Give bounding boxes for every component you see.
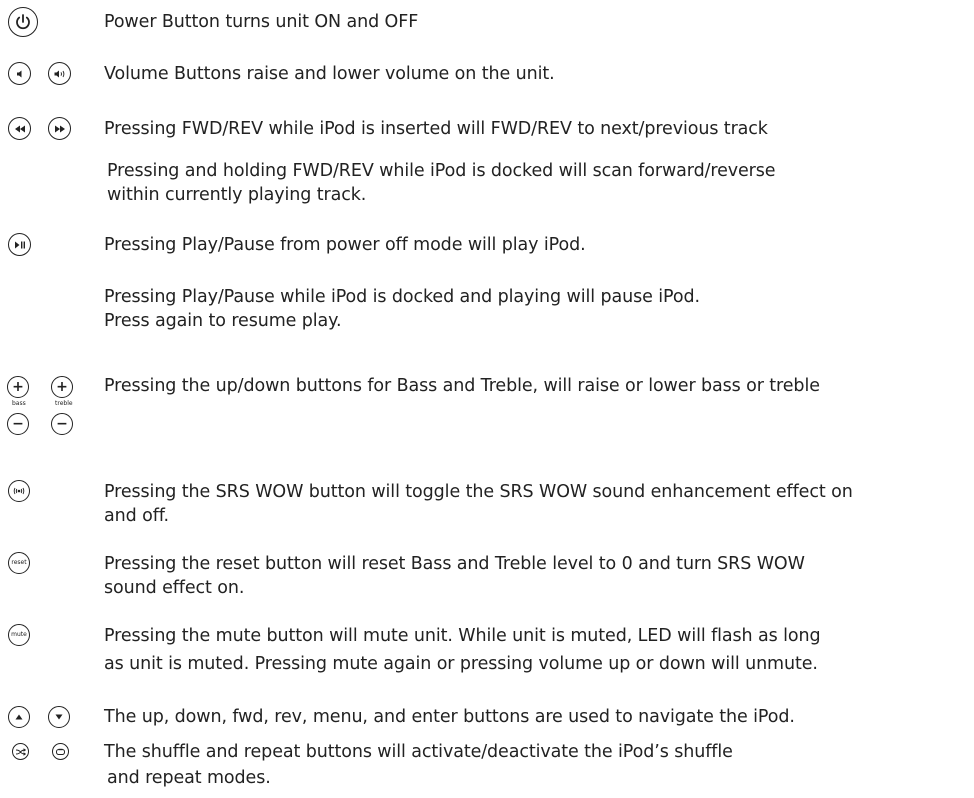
- play-text-1: Pressing Play/Pause from power off mode …: [104, 235, 586, 255]
- power-icon: [8, 7, 38, 37]
- volume-text: Volume Buttons raise and lower volume on…: [104, 64, 555, 84]
- fwdrev-text-2a: Pressing and holding FWD/REV while iPod …: [107, 161, 776, 181]
- fwdrev-text-1: Pressing FWD/REV while iPod is inserted …: [104, 119, 768, 139]
- mute-icon: mute: [8, 624, 30, 646]
- play-text-2b: Press again to resume play.: [104, 311, 342, 331]
- bass-treble-text: Pressing the up/down buttons for Bass an…: [104, 376, 820, 396]
- shuffle-icon: [12, 743, 29, 760]
- srs-text-a: Pressing the SRS WOW button will toggle …: [104, 482, 853, 502]
- volume-up-icon: [48, 62, 71, 85]
- play-text-2a: Pressing Play/Pause while iPod is docked…: [104, 287, 700, 307]
- bass-label: bass: [12, 400, 26, 407]
- repeat-icon: [52, 743, 69, 760]
- fwdrev-text-2b: within currently playing track.: [107, 185, 367, 205]
- bass-plus-icon: +: [7, 376, 29, 398]
- mute-text-a: Pressing the mute button will mute unit.…: [104, 626, 821, 646]
- treble-minus-icon: −: [51, 413, 73, 435]
- volume-down-icon: [8, 62, 31, 85]
- rewind-icon: [8, 117, 31, 140]
- shuffle-text-a: The shuffle and repeat buttons will acti…: [104, 742, 733, 762]
- play-pause-icon: [8, 233, 31, 256]
- shuffle-text-b: and repeat modes.: [107, 768, 271, 788]
- down-arrow-icon: [48, 706, 70, 728]
- nav-text: The up, down, fwd, rev, menu, and enter …: [104, 707, 795, 727]
- fast-forward-icon: [48, 117, 71, 140]
- treble-plus-icon: +: [51, 376, 73, 398]
- up-arrow-icon: [8, 706, 30, 728]
- reset-icon: reset: [8, 552, 30, 574]
- mute-text-b: as unit is muted. Pressing mute again or…: [104, 654, 818, 674]
- reset-text-a: Pressing the reset button will reset Bas…: [104, 554, 805, 574]
- srs-wow-icon: [8, 480, 30, 502]
- bass-minus-icon: −: [7, 413, 29, 435]
- reset-text-b: sound effect on.: [104, 578, 245, 598]
- power-text: Power Button turns unit ON and OFF: [104, 12, 419, 32]
- srs-text-b: and off.: [104, 506, 170, 526]
- treble-label: treble: [55, 400, 73, 407]
